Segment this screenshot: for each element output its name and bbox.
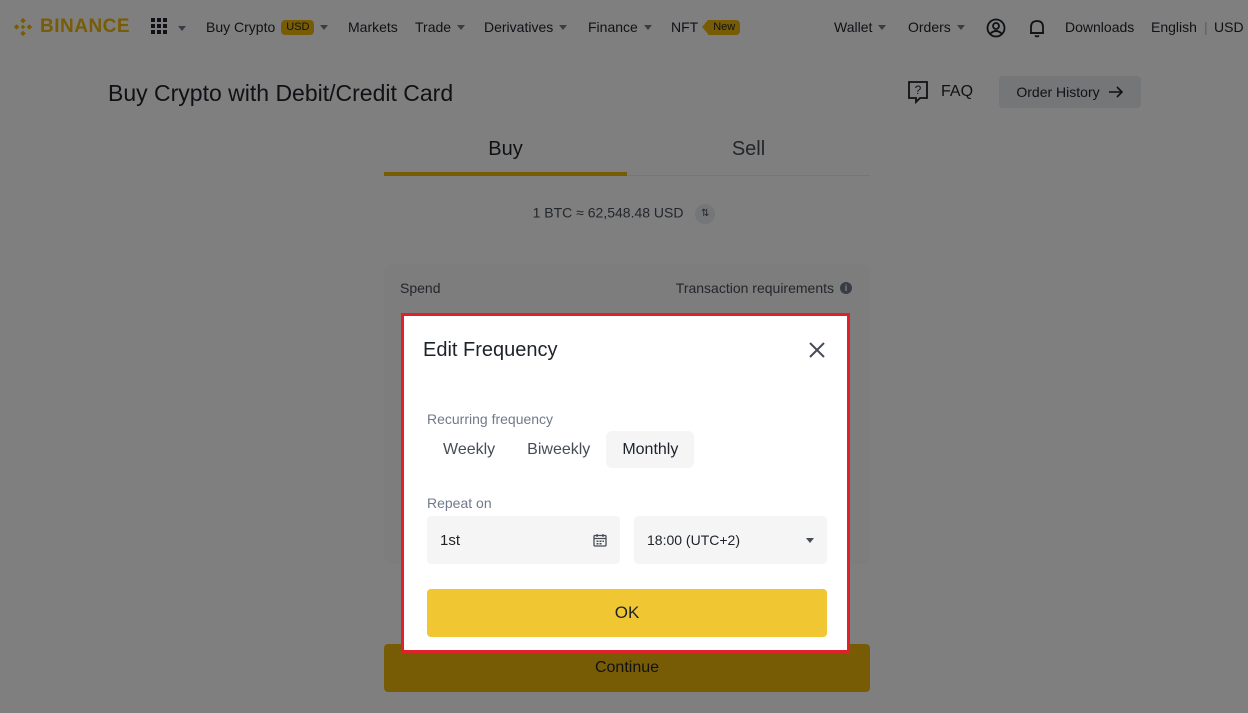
frequency-option-monthly[interactable]: Monthly [606, 431, 695, 468]
close-icon[interactable] [807, 340, 827, 360]
frequency-option-weekly[interactable]: Weekly [427, 431, 511, 468]
frequency-option-biweekly[interactable]: Biweekly [511, 431, 606, 468]
repeat-day-picker[interactable]: 1st [427, 516, 620, 564]
repeat-day-value: 1st [440, 531, 461, 549]
modal-title: Edit Frequency [423, 339, 558, 361]
ok-button[interactable]: OK [427, 589, 827, 637]
frequency-options: Weekly Biweekly Monthly [427, 431, 695, 468]
chevron-down-icon [806, 537, 814, 543]
repeat-time-value: 18:00 (UTC+2) [647, 532, 740, 548]
repeat-time-select[interactable]: 18:00 (UTC+2) [634, 516, 827, 564]
recurring-frequency-label: Recurring frequency [427, 411, 554, 427]
edit-frequency-modal: Edit Frequency Recurring frequency Weekl… [401, 313, 850, 653]
repeat-on-label: Repeat on [427, 495, 492, 511]
calendar-icon [593, 534, 607, 547]
